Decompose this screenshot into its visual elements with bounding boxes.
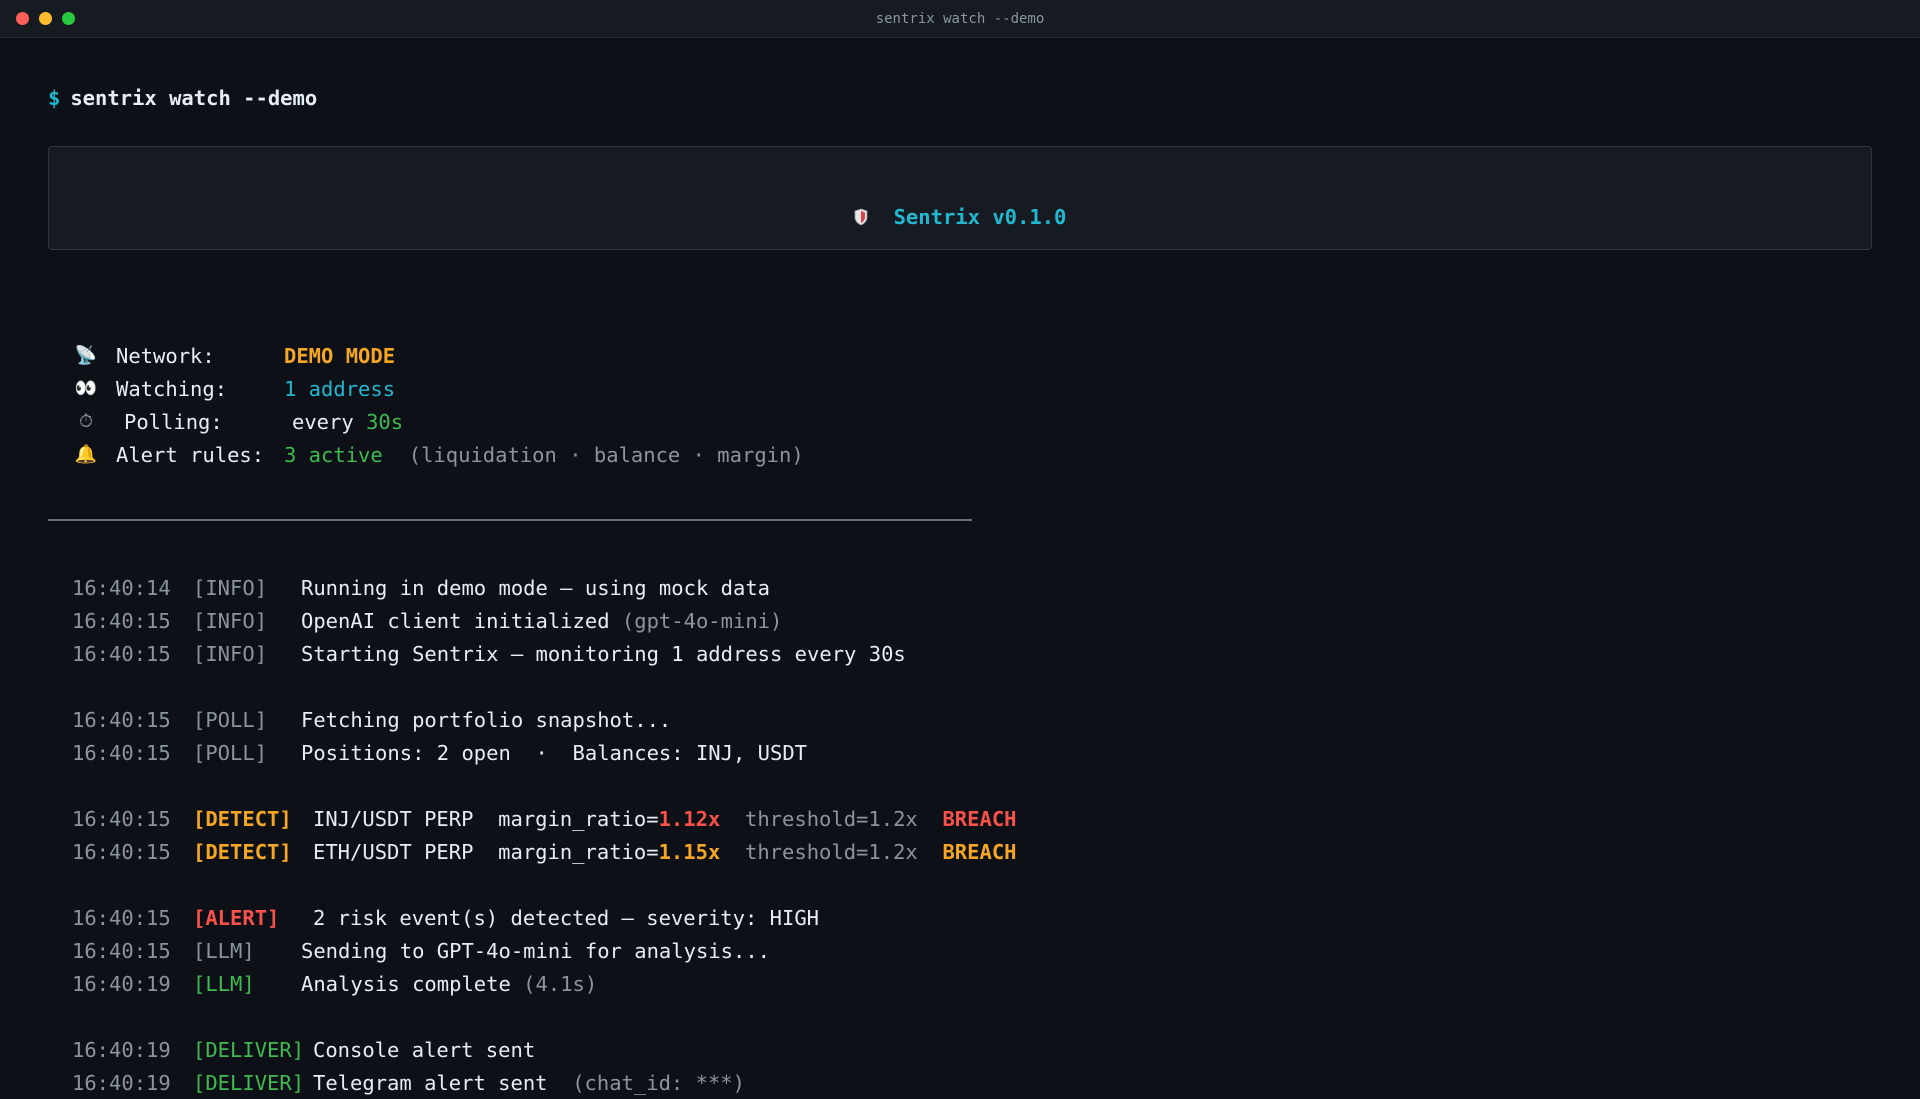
status-label: Polling: [124,409,223,434]
log-note: (gpt-4o-mini) [621,608,783,633]
log-timestamp: 16:40:15 [72,608,171,633]
prompt-symbol: $ [48,86,61,110]
log-tag: [DELIVER] [193,1070,305,1095]
log-message: Analysis complete [301,971,524,996]
log-line: 16:40:19 [DELIVER] Telegram alert sent (ch… [72,1066,1017,1099]
log-message: OpenAI client initialized [301,608,622,633]
log-tag: [INFO] [193,575,268,600]
watching-value: 1 address [284,376,396,401]
log-tag: [DELIVER] [193,1037,305,1062]
log-timestamp: 16:40:15 [72,905,171,930]
log-threshold: threshold=1.2x [720,839,943,864]
log-tag: [LLM] [193,971,255,996]
log-tag: [POLL] [193,707,268,732]
log-tag: [DETECT] [193,839,292,864]
log-line: 16:40:15 [DETECT] ETH/USDT PERP margin_rat… [72,835,1017,868]
status-label: Alert rules: [116,442,265,467]
log-note: (chat_id: ***) [572,1070,745,1095]
log-timestamp: 16:40:15 [72,839,171,864]
log-tag: [LLM] [193,938,255,963]
breach-badge: BREACH [942,839,1017,864]
status-polling: ⏱ Polling: every 30s [72,405,804,438]
breach-badge: BREACH [942,806,1017,831]
log-tag: [INFO] [193,641,268,666]
log-message: Sending to GPT-4o-mini for analysis... [301,938,770,963]
log-tag: [POLL] [193,740,268,765]
log-tag: [INFO] [193,608,268,633]
eyes-icon: 👀 [74,378,98,399]
status-network: 📡 Network: DEMO MODE [72,339,804,372]
log-message: Starting Sentrix — monitoring 1 address … [301,641,906,666]
log-ratio: 1.15x [658,839,721,864]
log-line: 16:40:14 [INFO] Running in demo mode — usi… [72,571,1017,604]
satellite-dish-icon: 📡 [74,345,98,366]
log-timestamp: 16:40:15 [72,740,171,765]
log-line: 16:40:15 [POLL] Fetching portfolio snapsho… [72,703,1017,736]
log-output: 16:40:14 [INFO] Running in demo mode — usi… [72,571,1017,1099]
log-timestamp: 16:40:15 [72,707,171,732]
log-message: 2 risk event(s) detected — severity: HIG… [313,905,820,930]
status-label: Network: [116,343,215,368]
log-timestamp: 16:40:19 [72,971,171,996]
log-line: 16:40:15 [INFO] OpenAI client initialized … [72,604,1017,637]
log-message: Positions: 2 open · Balances: INJ, USDT [301,740,808,765]
status-label: Watching: [116,376,228,401]
log-line: 16:40:19 [LLM] Analysis complete (4.1s) [72,967,1017,1000]
polling-value: 30s [366,409,404,434]
log-timestamp: 16:40:14 [72,575,171,600]
divider [48,519,972,521]
log-timestamp: 16:40:15 [72,806,171,831]
stopwatch-icon: ⏱ [78,411,94,432]
log-timestamp: 16:40:15 [72,938,171,963]
log-timestamp: 16:40:19 [72,1070,171,1095]
app-banner: Sentrix v0.1.0 [48,146,1872,250]
log-note: (4.1s) [523,971,598,996]
log-line: 16:40:15 [DETECT] INJ/USDT PERP margin_rat… [72,802,1017,835]
log-ratio: 1.12x [658,806,721,831]
log-line: 16:40:15 [INFO] Starting Sentrix — monitor… [72,637,1017,670]
status-panel: 📡 Network: DEMO MODE 👀 Watching: 1 address ⏱… [72,339,804,471]
shield-icon [854,208,867,226]
log-timestamp: 16:40:19 [72,1037,171,1062]
log-message: Console alert sent [313,1037,536,1062]
log-line: 16:40:19 [DELIVER] Console alert sent [72,1033,1017,1066]
command-prompt: $ sentrix watch --demo [48,86,317,110]
log-line: 16:40:15 [LLM] Sending to GPT-4o-mini for … [72,934,1017,967]
terminal-body[interactable]: $ sentrix watch --demo Sentrix v0.1.0 📡 Ne… [0,38,1920,1095]
status-watching: 👀 Watching: 1 address [72,372,804,405]
alert-rules-detail: (liquidation · balance · margin) [408,442,804,467]
log-tag: [DETECT] [193,806,292,831]
log-line: 16:40:15 [ALERT] 2 risk event(s) detected … [72,901,1017,934]
window-titlebar: sentrix watch --demo [0,0,1920,38]
log-message: Telegram alert sent [313,1070,573,1095]
alert-rules-value: 3 active [284,442,383,467]
window-title: sentrix watch --demo [875,11,1045,27]
polling-prefix: every [292,409,367,434]
log-message: Fetching portfolio snapshot... [301,707,672,732]
log-line: 16:40:15 [POLL] Positions: 2 open · Balanc… [72,736,1017,769]
banner-title: Sentrix v0.1.0 [893,205,1067,229]
log-threshold: threshold=1.2x [720,806,943,831]
bell-icon: 🔔 [74,444,98,465]
log-market: INJ/USDT PERP margin_ratio= [313,806,659,831]
log-message: Running in demo mode — using mock data [301,575,770,600]
log-tag: [ALERT] [193,905,280,930]
log-market: ETH/USDT PERP margin_ratio= [313,839,659,864]
status-alert-rules: 🔔 Alert rules: 3 active (liquidation · bala… [72,438,804,471]
network-value: DEMO MODE [284,343,396,368]
command-text: sentrix watch --demo [70,86,318,110]
log-timestamp: 16:40:15 [72,641,171,666]
